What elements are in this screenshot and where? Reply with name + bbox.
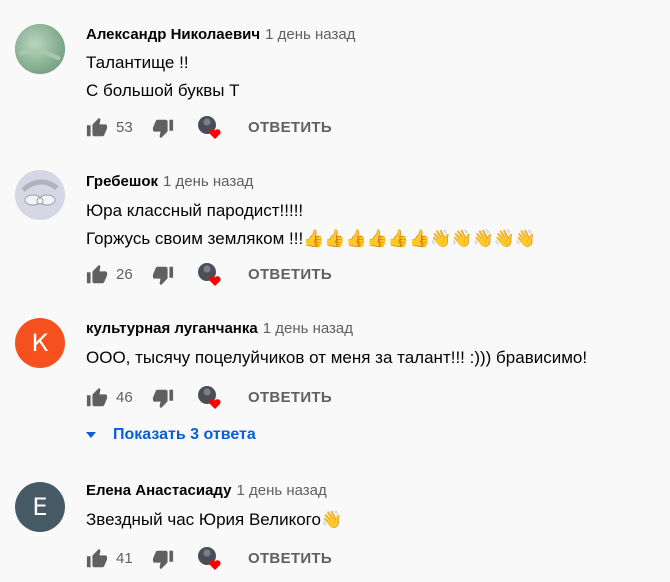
avatar-letter: К <box>31 329 49 357</box>
comment-line: ООО, тысячу поцелуйчиков от меня за тала… <box>86 348 588 367</box>
like-count: 41 <box>116 550 133 567</box>
avatar[interactable] <box>15 170 65 220</box>
thumbs-down-icon <box>152 119 174 139</box>
reply-button[interactable]: ОТВЕТИТЬ <box>248 266 332 283</box>
comment-text: Звездный час Юрия Великого👋 <box>86 506 342 534</box>
comment-line: Талантище !! <box>86 53 189 72</box>
creator-heart[interactable] <box>196 384 224 412</box>
avatar[interactable] <box>15 24 65 74</box>
like-button[interactable] <box>86 387 108 409</box>
comment-time[interactable]: 1 день назад <box>163 173 253 190</box>
comment-actions: 41 ОТВЕТИТЬ <box>86 545 486 573</box>
like-button[interactable] <box>86 264 108 286</box>
comment-header: культурная луганчанка 1 день назад <box>86 320 353 337</box>
dislike-button[interactable] <box>152 387 174 409</box>
dislike-button[interactable] <box>152 117 174 139</box>
comment-actions: 26 ОТВЕТИТЬ <box>86 261 486 289</box>
author-name[interactable]: Александр Николаевич <box>86 26 260 43</box>
comment-time[interactable]: 1 день назад <box>263 320 353 337</box>
hair-comb-photo-avatar-icon <box>15 170 65 220</box>
thumbs-up-icon <box>86 117 108 137</box>
thumbs-up-icon <box>86 387 108 407</box>
comment-actions: 46 ОТВЕТИТЬ <box>86 384 486 412</box>
show-replies-label: Показать 3 ответа <box>113 426 256 443</box>
comment-text: ООО, тысячу поцелуйчиков от меня за тала… <box>86 344 587 372</box>
like-count: 53 <box>116 119 133 136</box>
comment-line: Звездный час Юрия Великого👋 <box>86 510 343 529</box>
like-count: 26 <box>116 266 133 283</box>
comment-line: Горжусь своим земляком !!!👍👍👍👍👍👍👋👋👋👋👋 <box>86 229 537 248</box>
reply-button[interactable]: ОТВЕТИТЬ <box>248 550 332 567</box>
show-replies-button[interactable]: Показать 3 ответа <box>86 426 256 444</box>
comment-line: С большой буквы Т <box>86 81 240 100</box>
comment-text: Талантище !! С большой буквы Т <box>86 49 240 105</box>
like-count: 46 <box>116 389 133 406</box>
avatar-letter: Е <box>32 493 48 521</box>
reply-button[interactable]: ОТВЕТИТЬ <box>248 389 332 406</box>
thumbs-up-icon <box>86 264 108 284</box>
author-name[interactable]: культурная луганчанка <box>86 320 258 337</box>
creator-heart[interactable] <box>196 545 224 573</box>
thumbs-up-icon <box>86 548 108 568</box>
author-name[interactable]: Гребешок <box>86 173 158 190</box>
comment-header: Гребешок 1 день назад <box>86 173 253 190</box>
creator-avatar-heart-icon <box>198 263 221 286</box>
reply-button[interactable]: ОТВЕТИТЬ <box>248 119 332 136</box>
comment-actions: 53 ОТВЕТИТЬ <box>86 114 486 142</box>
author-name[interactable]: Елена Анастасиаду <box>86 482 231 499</box>
creator-avatar-heart-icon <box>198 116 221 139</box>
thumbs-down-icon <box>152 266 174 286</box>
creator-heart[interactable] <box>196 114 224 142</box>
avatar[interactable]: К <box>15 318 65 368</box>
thumbs-down-icon <box>152 550 174 570</box>
green-photo-avatar-icon <box>15 24 65 74</box>
comment-time[interactable]: 1 день назад <box>265 26 355 43</box>
caret-down-icon <box>86 432 96 438</box>
creator-avatar-heart-icon <box>198 547 221 570</box>
like-button[interactable] <box>86 548 108 570</box>
creator-heart[interactable] <box>196 261 224 289</box>
avatar[interactable]: Е <box>15 482 65 532</box>
thumbs-down-icon <box>152 389 174 409</box>
dislike-button[interactable] <box>152 264 174 286</box>
comment-text: Юра классный пародист!!!!! Горжусь своим… <box>86 197 536 253</box>
comment-header: Елена Анастасиаду 1 день назад <box>86 482 327 499</box>
comment-line: Юра классный пародист!!!!! <box>86 201 304 220</box>
like-button[interactable] <box>86 117 108 139</box>
comment-time[interactable]: 1 день назад <box>236 482 326 499</box>
dislike-button[interactable] <box>152 548 174 570</box>
comment-header: Александр Николаевич 1 день назад <box>86 26 355 43</box>
creator-avatar-heart-icon <box>198 386 221 409</box>
